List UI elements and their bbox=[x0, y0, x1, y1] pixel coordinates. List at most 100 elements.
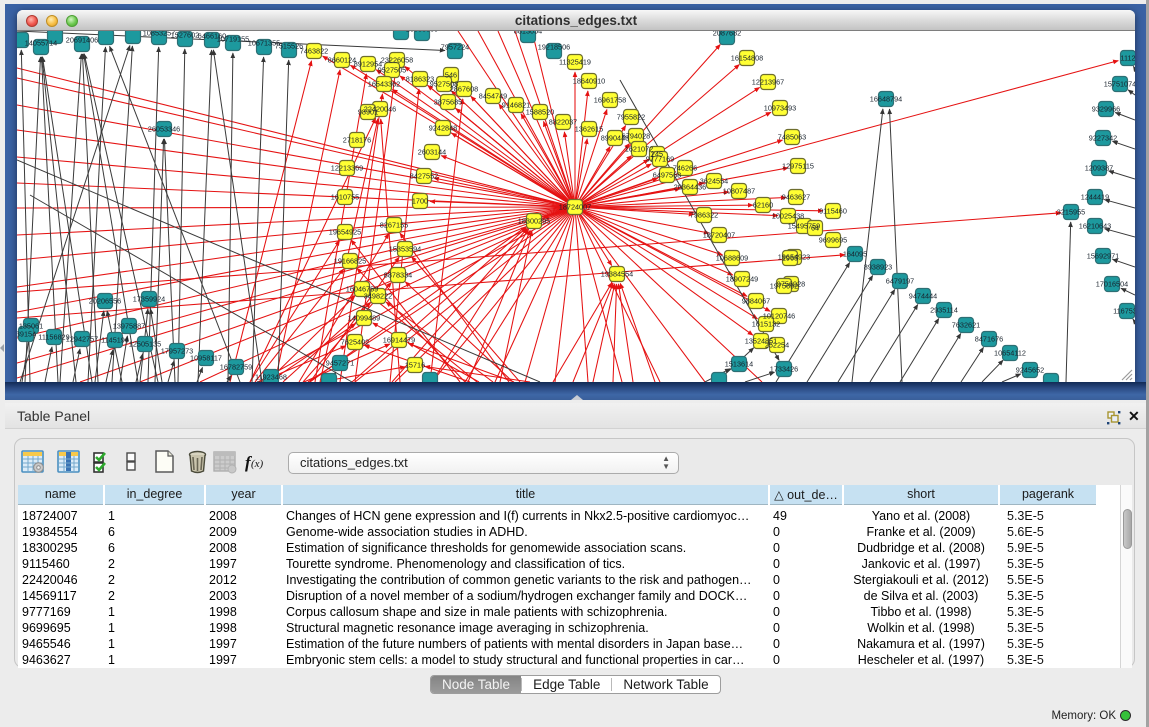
svg-text:10688609: 10688609 bbox=[716, 254, 748, 263]
svg-text:7986322: 7986322 bbox=[690, 211, 718, 220]
svg-text:7955822: 7955822 bbox=[617, 113, 645, 122]
svg-text:17359924: 17359924 bbox=[133, 295, 165, 304]
svg-text:9699695: 9699695 bbox=[819, 236, 847, 245]
svg-text:1621072: 1621072 bbox=[625, 145, 653, 154]
svg-text:7957224: 7957224 bbox=[441, 43, 469, 52]
svg-text:1244419: 1244419 bbox=[1081, 193, 1109, 202]
svg-text:15353594: 15353594 bbox=[389, 245, 421, 254]
svg-text:2935114: 2935114 bbox=[930, 306, 958, 315]
svg-text:8427552: 8427552 bbox=[410, 172, 438, 181]
svg-text:10025438: 10025438 bbox=[772, 212, 804, 221]
svg-text:9777169: 9777169 bbox=[646, 155, 674, 164]
svg-text:9527505: 9527505 bbox=[378, 66, 406, 75]
svg-text:10973493: 10973493 bbox=[764, 104, 796, 113]
svg-text:6479197: 6479197 bbox=[886, 277, 914, 286]
svg-text:2087682: 2087682 bbox=[713, 31, 741, 38]
svg-text:1513614: 1513614 bbox=[725, 360, 753, 369]
svg-text:26053346: 26053346 bbox=[148, 125, 180, 134]
svg-text:1615132: 1615132 bbox=[752, 320, 780, 329]
svg-text:16210643: 16210643 bbox=[1079, 222, 1111, 231]
svg-text:16782759: 16782759 bbox=[220, 363, 252, 372]
svg-text:16543362: 16543362 bbox=[368, 80, 400, 89]
svg-text:18300295: 18300295 bbox=[518, 217, 550, 226]
svg-text:12213967: 12213967 bbox=[752, 78, 784, 87]
svg-text:15692971: 15692971 bbox=[1087, 252, 1119, 261]
svg-text:12213369: 12213369 bbox=[331, 164, 363, 173]
svg-text:1209387: 1209387 bbox=[1085, 164, 1113, 173]
svg-text:11325419: 11325419 bbox=[559, 58, 591, 67]
svg-text:8471676: 8471676 bbox=[975, 335, 1003, 344]
svg-text:9457271: 9457271 bbox=[326, 359, 354, 368]
svg-text:15751074: 15751074 bbox=[1104, 80, 1135, 89]
svg-text:17016504: 17016504 bbox=[1096, 280, 1128, 289]
svg-text:7485063: 7485063 bbox=[778, 133, 806, 142]
svg-text:19218506: 19218506 bbox=[538, 43, 570, 52]
svg-text:1975692: 1975692 bbox=[770, 282, 798, 291]
svg-text:8660124: 8660124 bbox=[328, 56, 356, 65]
svg-text:7463822: 7463822 bbox=[300, 47, 328, 56]
svg-text:1167534: 1167534 bbox=[1113, 307, 1135, 316]
svg-text:10958117: 10958117 bbox=[190, 354, 222, 363]
svg-text:1610755: 1610755 bbox=[331, 193, 359, 202]
svg-text:8878334: 8878334 bbox=[384, 271, 412, 280]
svg-text:10807487: 10807487 bbox=[723, 187, 755, 196]
svg-text:18724007: 18724007 bbox=[559, 203, 591, 212]
svg-text:746266: 746266 bbox=[673, 164, 697, 173]
svg-text:23226058: 23226058 bbox=[381, 56, 413, 65]
svg-text:9242848: 9242848 bbox=[429, 124, 457, 133]
svg-text:12505135: 12505135 bbox=[129, 340, 161, 349]
svg-text:3215955: 3215955 bbox=[1057, 208, 1085, 217]
svg-text:9463627: 9463627 bbox=[782, 193, 810, 202]
svg-text:20206556: 20206556 bbox=[89, 297, 121, 306]
svg-text:9884067: 9884067 bbox=[742, 297, 770, 306]
svg-text:16154808: 16154808 bbox=[731, 54, 763, 63]
svg-text:9474444: 9474444 bbox=[909, 292, 937, 301]
svg-text:3875685: 3875685 bbox=[434, 98, 462, 107]
svg-text:9245652: 9245652 bbox=[1016, 366, 1044, 375]
svg-text:15716: 15716 bbox=[405, 361, 425, 370]
svg-text:62160: 62160 bbox=[753, 201, 773, 210]
svg-text:20691406: 20691406 bbox=[66, 36, 98, 45]
svg-text:16033809: 16033809 bbox=[406, 31, 438, 34]
svg-text:8822037: 8822037 bbox=[549, 118, 577, 127]
svg-text:1733426: 1733426 bbox=[770, 365, 798, 374]
svg-text:(x): (x) bbox=[251, 458, 264, 470]
svg-text:19166825: 19166825 bbox=[334, 257, 366, 266]
svg-text:64: 64 bbox=[811, 224, 819, 233]
svg-text:8267155: 8267155 bbox=[380, 221, 408, 230]
svg-text:18907249: 18907249 bbox=[726, 275, 758, 284]
svg-text:8938923: 8938923 bbox=[864, 263, 892, 272]
svg-text:10654112: 10654112 bbox=[994, 349, 1026, 358]
svg-text:12942757: 12942757 bbox=[66, 335, 98, 344]
svg-text:9329966: 9329966 bbox=[1092, 105, 1120, 114]
svg-text:11923468: 11923468 bbox=[255, 373, 287, 382]
svg-text:2718176: 2718176 bbox=[343, 136, 371, 145]
svg-text:39154: 39154 bbox=[17, 330, 36, 339]
svg-text:2603144: 2603144 bbox=[418, 148, 446, 157]
svg-text:3624554: 3624554 bbox=[700, 177, 728, 186]
svg-text:546: 546 bbox=[445, 71, 457, 80]
svg-text:9227342: 9227342 bbox=[1089, 134, 1117, 143]
svg-text:1112: 1112 bbox=[1120, 54, 1135, 63]
svg-text:19654925: 19654925 bbox=[329, 228, 361, 237]
svg-text:2867608: 2867608 bbox=[450, 85, 478, 94]
svg-text:17957273: 17957273 bbox=[161, 347, 193, 356]
svg-text:18720407: 18720407 bbox=[703, 231, 735, 240]
svg-text:7625402: 7625402 bbox=[341, 338, 369, 347]
svg-text:164095: 164095 bbox=[843, 250, 867, 259]
svg-text:18640910: 18640910 bbox=[573, 77, 605, 86]
svg-text:3498222: 3498222 bbox=[364, 292, 392, 301]
svg-text:1700: 1700 bbox=[412, 197, 428, 206]
svg-text:7632621: 7632621 bbox=[952, 321, 980, 330]
svg-text:1588520: 1588520 bbox=[526, 108, 554, 117]
svg-text:13975887: 13975887 bbox=[113, 322, 145, 331]
svg-text:14099489: 14099489 bbox=[348, 314, 380, 323]
svg-text:1527602: 1527602 bbox=[171, 31, 199, 40]
svg-text:98901: 98901 bbox=[358, 108, 378, 117]
svg-text:9115460: 9115460 bbox=[819, 207, 847, 216]
svg-text:16914479: 16914479 bbox=[383, 336, 415, 345]
svg-text:1362615: 1362615 bbox=[575, 125, 603, 134]
svg-text:6794028: 6794028 bbox=[622, 132, 650, 141]
svg-text:19384554: 19384554 bbox=[601, 270, 633, 279]
svg-text:8813054: 8813054 bbox=[514, 31, 542, 36]
